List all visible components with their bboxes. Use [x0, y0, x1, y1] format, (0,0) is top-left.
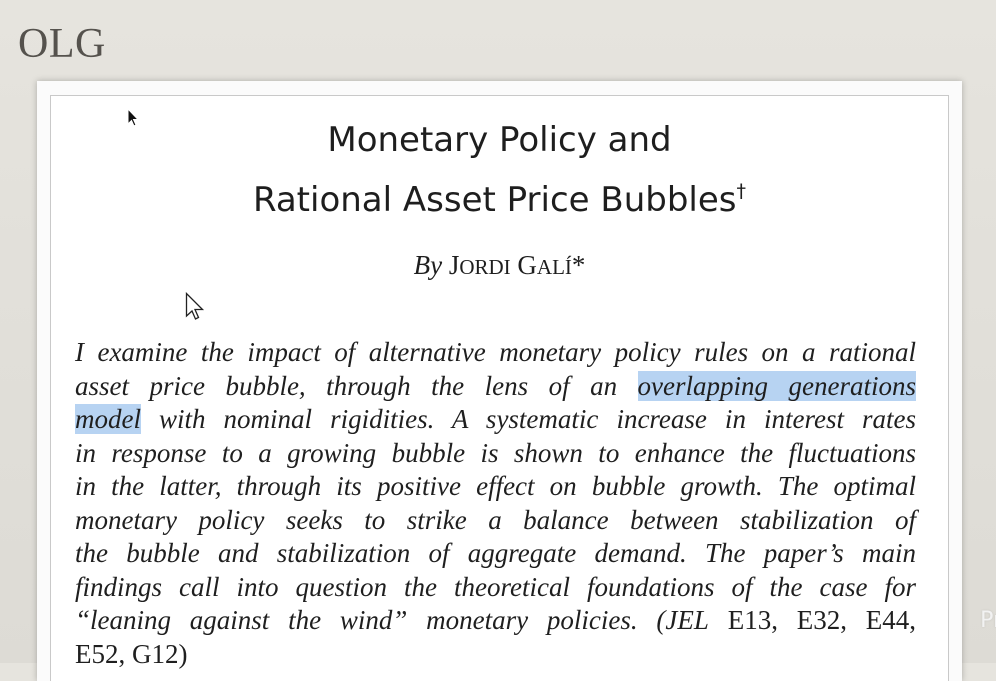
- title-footnote-mark: †: [736, 180, 747, 202]
- abstract-line: in the latter, through its positive effe…: [75, 471, 916, 501]
- jel-codes: E13, E32, E44,: [708, 605, 916, 635]
- abstract-line: monetary policy seeks to strike a balanc…: [75, 504, 916, 535]
- highlighted-text[interactable]: model: [75, 404, 141, 434]
- abstract-line: the bubble and stabilization of aggregat…: [75, 538, 916, 568]
- abstract-line: model with nominal rigidities. A systema…: [75, 403, 916, 437]
- abstract-line: E52, G12): [75, 638, 188, 669]
- paper-title: Monetary Policy and Rational Asset Price…: [51, 115, 948, 226]
- abstract-line: asset price bubble, through the lens of …: [75, 370, 916, 404]
- paper-screenshot-card: Monetary Policy and Rational Asset Price…: [37, 81, 962, 681]
- author-smallcaps: ALÍ: [536, 255, 572, 279]
- author-initial: J: [448, 250, 460, 280]
- author-smallcaps: ORDI: [459, 255, 511, 279]
- author-name: JORDI GALÍ*: [449, 250, 586, 280]
- paper-abstract: I examine the impact of alternative mone…: [75, 336, 916, 671]
- author-footnote-mark: *: [571, 250, 586, 280]
- highlighted-text[interactable]: overlapping generations: [637, 370, 916, 401]
- author-initial: G: [517, 250, 537, 280]
- abstract-line: findings call into question the theoreti…: [75, 571, 916, 602]
- jel-label: JEL: [665, 605, 709, 635]
- abstract-text: asset price bubble, through the lens of …: [75, 370, 638, 401]
- paper-byline: By JORDI GALÍ*: [51, 250, 948, 281]
- paper-title-line-2: Rational Asset Price Bubbles: [252, 180, 737, 220]
- abstract-line: in response to a growing bubble is shown…: [75, 437, 916, 468]
- abstract-text: “leaning against the wind” monetary poli…: [75, 605, 666, 635]
- paper-page: Monetary Policy and Rational Asset Price…: [50, 95, 949, 681]
- next-slide-peek-text: Pr: [980, 608, 996, 633]
- abstract-line: “leaning against the wind” monetary poli…: [75, 604, 916, 638]
- abstract-text: with nominal rigidities. A systematic in…: [140, 404, 916, 434]
- slide-title: OLG: [18, 21, 106, 67]
- paper-title-line-1: Monetary Policy and: [327, 120, 672, 160]
- byline-by: By: [413, 250, 443, 280]
- abstract-line: I examine the impact of alternative mone…: [75, 337, 916, 367]
